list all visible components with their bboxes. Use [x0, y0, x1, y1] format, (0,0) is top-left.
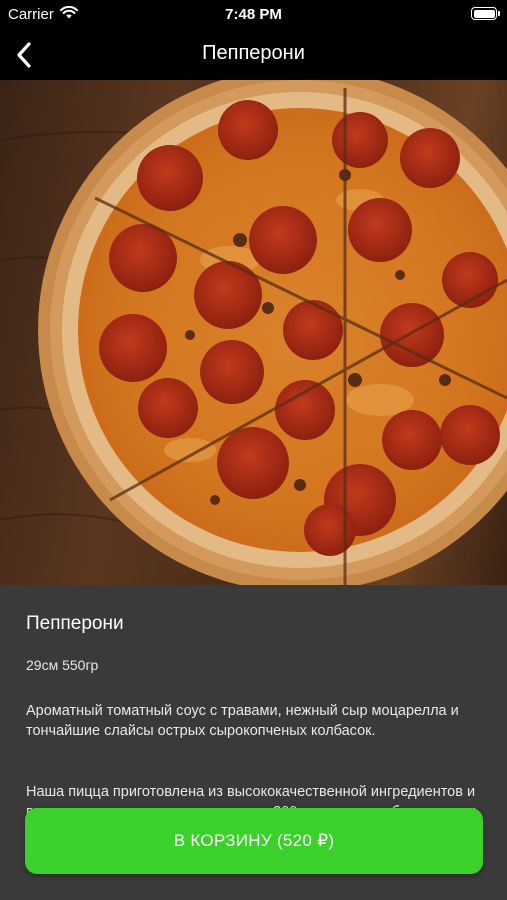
- battery-icon: [471, 7, 500, 20]
- status-bar: Carrier 7:48 PM: [0, 0, 507, 30]
- product-image: [0, 80, 507, 585]
- clock: 7:48 PM: [225, 6, 282, 23]
- nav-bar: Пепперони: [0, 30, 507, 80]
- add-to-cart-button[interactable]: В КОРЗИНУ (520 ₽): [25, 808, 483, 874]
- product-name: Пепперони: [26, 613, 124, 634]
- product-description: Ароматный томатный соус с травами, нежны…: [26, 703, 459, 739]
- page-title: Пепперони: [202, 42, 305, 64]
- product-size-weight: 29см 550гр: [26, 657, 99, 673]
